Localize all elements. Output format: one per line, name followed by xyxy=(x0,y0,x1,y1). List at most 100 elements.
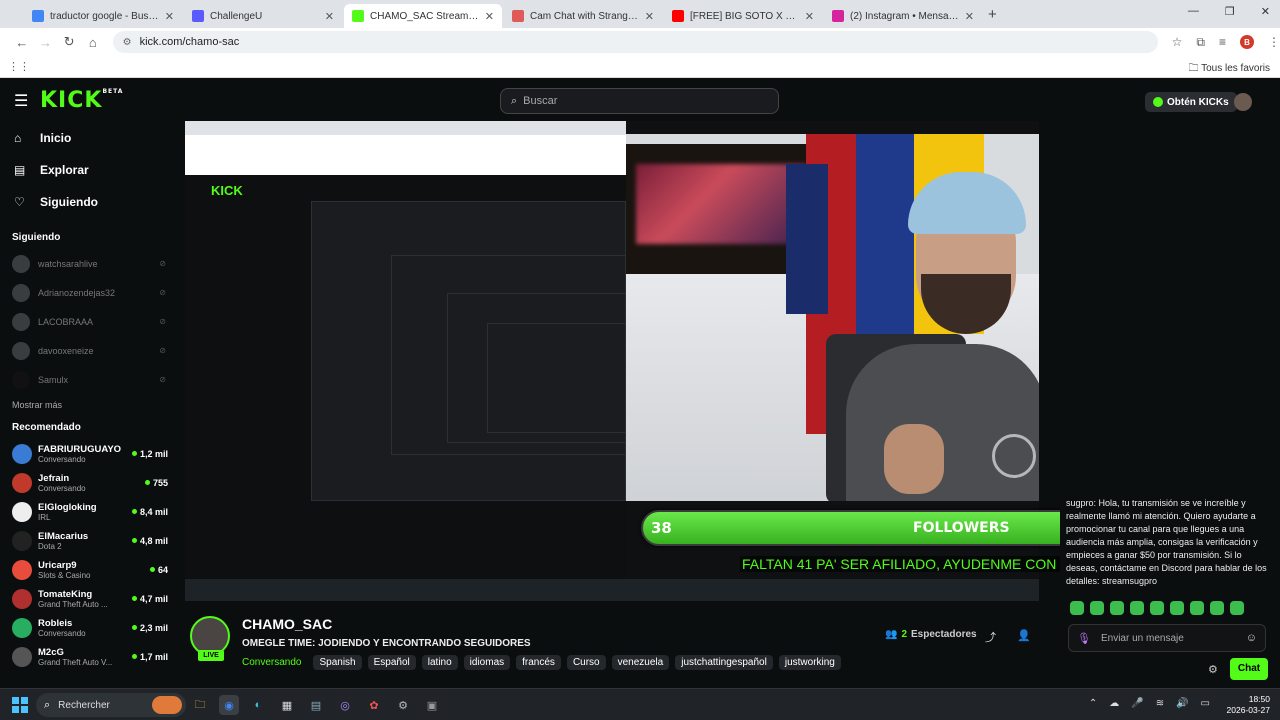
app-icon[interactable]: ▣ xyxy=(422,695,442,715)
bookmark-star-icon[interactable]: ☆ xyxy=(1172,35,1183,49)
edge-icon[interactable]: ◐ xyxy=(248,695,268,715)
site-info-icon[interactable]: ⚙ xyxy=(123,37,132,48)
recommended-item[interactable]: TomateKing Grand Theft Auto ... 4,7 mil xyxy=(0,584,178,613)
recommended-title: Recomendado xyxy=(12,422,81,433)
cloud-icon[interactable]: ☁ xyxy=(1109,698,1119,709)
tag[interactable]: venezuela xyxy=(611,655,670,670)
taskbar-search[interactable]: ⌕ Rechercher xyxy=(36,693,186,717)
nav-siguiendo[interactable]: ♡ Siguiendo xyxy=(0,186,178,218)
extensions-icon[interactable]: ⧉ xyxy=(1196,35,1205,50)
apps-grid-icon[interactable]: ⋮⋮ xyxy=(8,60,30,73)
close-tab-icon[interactable]: ✕ xyxy=(965,10,974,23)
category-link[interactable]: Conversando xyxy=(242,657,301,668)
recommended-item[interactable]: Robleis Conversando 2,3 mil xyxy=(0,613,178,642)
file-explorer-icon[interactable]: 🗀 xyxy=(190,695,210,715)
settings-icon[interactable]: ⚙ xyxy=(393,695,413,715)
calculator-icon[interactable]: ▤ xyxy=(306,695,326,715)
emote-icon[interactable] xyxy=(1110,601,1124,615)
browser-tab[interactable]: traductor google - Buscar con G✕ xyxy=(24,4,182,28)
chrome-icon[interactable]: ◉ xyxy=(219,695,239,715)
screen-share-feed: KICK xyxy=(185,121,626,601)
new-tab-button[interactable]: + xyxy=(988,4,997,28)
recommended-item[interactable]: ElMacarius Dota 2 4,8 mil xyxy=(0,526,178,555)
emoji-icon[interactable]: ☺ xyxy=(1246,632,1257,644)
battery-icon[interactable]: ▭ xyxy=(1201,698,1210,709)
search-input[interactable]: ⌕ Buscar xyxy=(500,88,779,114)
follow-user-icon[interactable]: 👤 xyxy=(1017,629,1031,642)
url-field[interactable]: ⚙ kick.com/chamo-sac xyxy=(112,31,1158,53)
nav-explorar[interactable]: ▤ Explorar xyxy=(0,154,178,186)
share-icon[interactable]: ⤴ xyxy=(985,629,996,645)
home-browser-icon[interactable]: ⌂ xyxy=(81,35,105,50)
following-item[interactable]: watchsarahlive ⊘ xyxy=(0,249,178,278)
profile-avatar[interactable]: B xyxy=(1240,35,1254,49)
close-tab-icon[interactable]: ✕ xyxy=(645,10,654,23)
emote-icon[interactable] xyxy=(1190,601,1204,615)
clock[interactable]: 18:50 2026-03-27 xyxy=(1227,694,1270,716)
viewer-count: 4,8 mil xyxy=(131,536,168,546)
get-kicks-button[interactable]: Obtén KICKs xyxy=(1145,92,1237,112)
tag[interactable]: francés xyxy=(516,655,561,670)
minimize-icon[interactable]: — xyxy=(1188,5,1199,18)
volume-icon[interactable]: 🔊 xyxy=(1176,698,1188,709)
media-icon[interactable]: ≡ xyxy=(1219,35,1226,49)
microphone-icon[interactable]: 🎙 xyxy=(1077,632,1091,645)
wifi-icon[interactable]: ≋ xyxy=(1156,698,1164,709)
emote-icon[interactable] xyxy=(1150,601,1164,615)
close-tab-icon[interactable]: ✕ xyxy=(165,10,174,23)
emote-icon[interactable] xyxy=(1090,601,1104,615)
browser-tab[interactable]: [FREE] BIG SOTO X SKISIA2 X U✕ xyxy=(664,4,822,28)
recommended-item[interactable]: ElGlogloking IRL 8,4 mil xyxy=(0,497,178,526)
back-icon[interactable]: ← xyxy=(10,35,34,50)
app-icon[interactable]: ✿ xyxy=(364,695,384,715)
show-more-link[interactable]: Mostrar más xyxy=(0,394,178,414)
following-item[interactable]: Samulx ⊘ xyxy=(0,365,178,394)
chat-send-button[interactable]: Chat xyxy=(1230,658,1268,680)
tag[interactable]: Español xyxy=(367,655,416,670)
recommended-item[interactable]: Uricarp9 Slots & Casino 64 xyxy=(0,555,178,584)
windows-start-icon[interactable] xyxy=(12,697,28,713)
restore-icon[interactable]: ❐ xyxy=(1225,5,1235,18)
recommended-item[interactable]: M2cG Grand Theft Auto V... 1,7 mil xyxy=(0,642,178,671)
obs-icon[interactable]: ◎ xyxy=(335,695,355,715)
reload-icon[interactable]: ↻ xyxy=(57,34,81,50)
chevron-up-icon[interactable]: ⌃ xyxy=(1089,698,1097,709)
menu-icon[interactable]: ☰ xyxy=(14,91,28,111)
following-item[interactable]: LACOBRAAA ⊘ xyxy=(0,307,178,336)
close-window-icon[interactable]: ✕ xyxy=(1261,5,1270,18)
store-icon[interactable]: ▦ xyxy=(277,695,297,715)
tag[interactable]: justchattingespañol xyxy=(675,655,773,670)
following-item[interactable]: Adrianozendejas32 ⊘ xyxy=(0,278,178,307)
gear-icon[interactable]: ⚙ xyxy=(1208,663,1218,676)
microphone-icon[interactable]: 🎤 xyxy=(1131,698,1143,709)
browser-tab[interactable]: (2) Instagram • Mensajes ✕ xyxy=(824,4,982,28)
emote-icon[interactable] xyxy=(1170,601,1184,615)
tag[interactable]: Spanish xyxy=(313,655,362,670)
forward-icon[interactable]: → xyxy=(34,35,58,50)
tag[interactable]: latino xyxy=(421,655,458,670)
close-tab-icon[interactable]: ✕ xyxy=(325,10,334,23)
nav-inicio[interactable]: ⌂ Inicio xyxy=(0,122,178,154)
browser-tab-active[interactable]: CHAMO_SAC Stream - Watch L✕ xyxy=(344,4,502,28)
streamer-name[interactable]: CHAMO_SAC xyxy=(242,616,332,632)
chat-input[interactable]: 🎙 Enviar un mensaje ☺ xyxy=(1068,624,1266,652)
emote-icon[interactable] xyxy=(1230,601,1244,615)
close-tab-icon[interactable]: ✕ xyxy=(485,10,494,23)
emote-icon[interactable] xyxy=(1210,601,1224,615)
tag[interactable]: idiomas xyxy=(463,655,511,670)
emote-icon[interactable] xyxy=(1070,601,1084,615)
browser-tab[interactable]: Cam Chat with Strangers or✕ xyxy=(504,4,662,28)
recommended-item[interactable]: Jefrain Conversando 755 xyxy=(0,468,178,497)
kick-logo[interactable]: KICKBETA xyxy=(40,88,123,113)
emote-icon[interactable] xyxy=(1130,601,1144,615)
close-tab-icon[interactable]: ✕ xyxy=(805,10,814,23)
following-item[interactable]: davooxeneize ⊘ xyxy=(0,336,178,365)
tag[interactable]: justworking xyxy=(778,655,841,670)
user-avatar[interactable] xyxy=(1234,93,1252,111)
browser-menu-icon[interactable]: ⋮ xyxy=(1268,35,1280,49)
recommended-item[interactable]: FABRIURUGUAYO Conversando 1,2 mil xyxy=(0,439,178,468)
all-bookmarks-folder[interactable]: 🗀 Tous les favoris xyxy=(1188,61,1270,78)
tag[interactable]: Curso xyxy=(566,655,606,670)
browser-tab[interactable]: ChallengeU ✕ xyxy=(184,4,342,28)
captured-browser-tabs xyxy=(185,121,626,135)
